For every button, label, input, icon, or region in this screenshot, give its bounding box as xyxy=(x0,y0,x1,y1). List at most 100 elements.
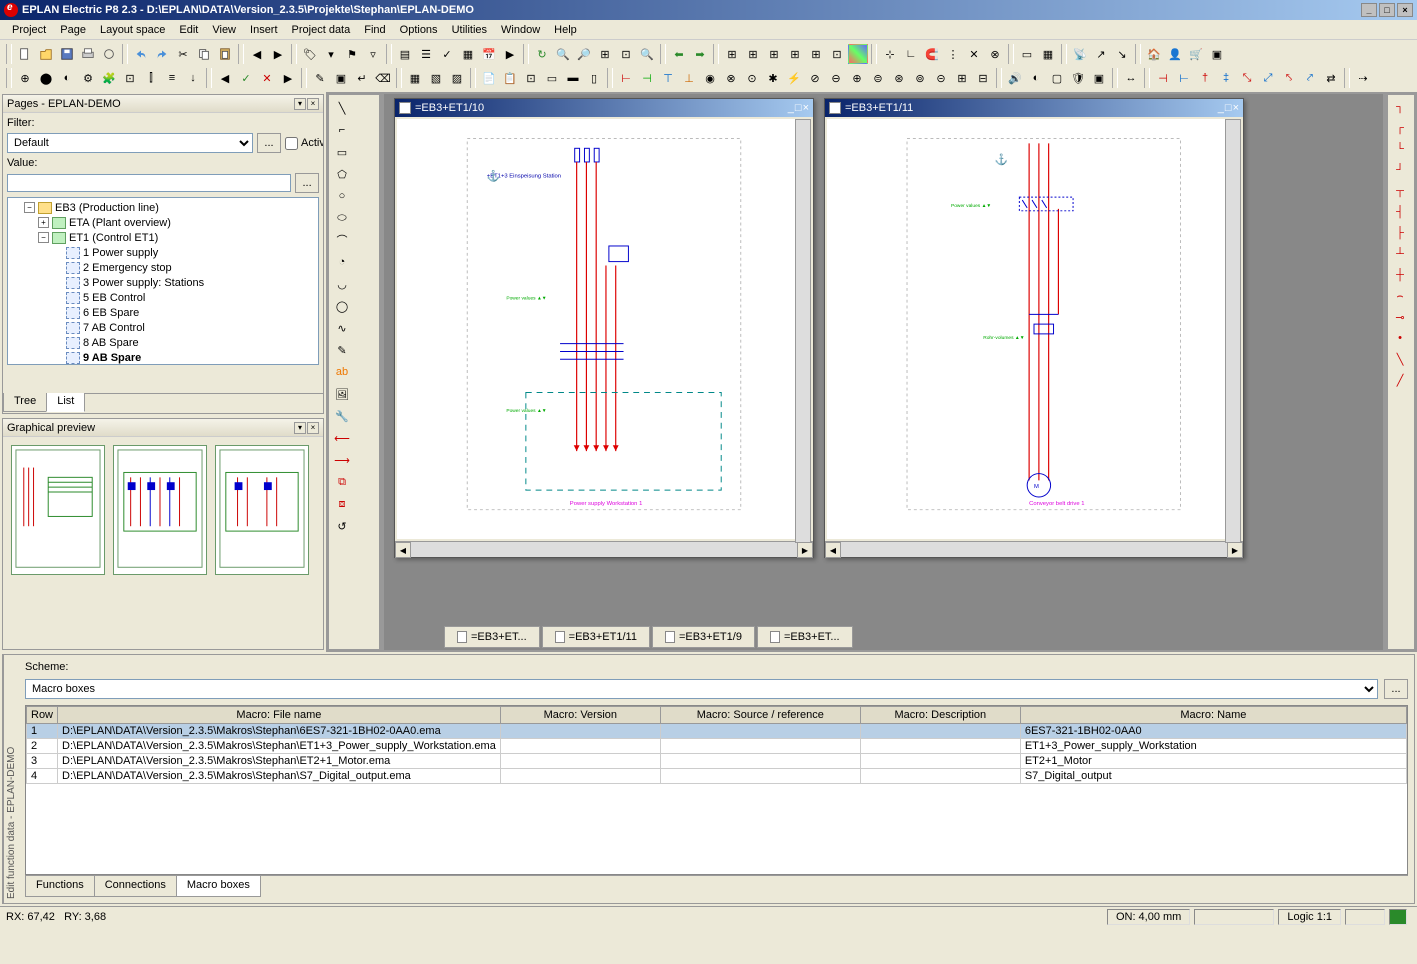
conn17-icon[interactable]: ⊞ xyxy=(952,68,972,88)
scroll-right-icon[interactable]: ▶ xyxy=(797,542,813,558)
tab-connections[interactable]: Connections xyxy=(94,876,177,897)
cell[interactable] xyxy=(860,769,1020,784)
grid-e-icon[interactable]: ⊞ xyxy=(806,44,826,64)
snap-x-icon[interactable]: ✕ xyxy=(964,44,984,64)
cell[interactable] xyxy=(660,724,860,739)
menu-options[interactable]: Options xyxy=(394,22,444,38)
rss-icon[interactable]: 📡 xyxy=(1070,44,1090,64)
pot1-icon[interactable]: ⊣ xyxy=(1153,68,1173,88)
active-checkbox[interactable] xyxy=(285,137,298,150)
magnet-icon[interactable]: 🧲 xyxy=(922,44,942,64)
run-icon[interactable]: ▶ xyxy=(500,44,520,64)
zoom-window-icon[interactable]: ⊡ xyxy=(616,44,636,64)
preview-thumb[interactable] xyxy=(215,445,309,575)
cell[interactable]: ET2+1_Motor xyxy=(1020,754,1406,769)
mdi-maximize-icon[interactable]: □ xyxy=(1225,102,1232,114)
table-row[interactable]: 3D:\EPLAN\DATA\Version_2.3.5\Makros\Step… xyxy=(27,754,1407,769)
symbol2-icon[interactable]: ⧈ xyxy=(331,493,353,515)
maximize-button[interactable]: □ xyxy=(1379,3,1395,17)
tree-node-page[interactable]: 3 Power supply: Stations xyxy=(10,275,316,290)
conn6-icon[interactable]: ⊗ xyxy=(721,68,741,88)
polygon-icon[interactable]: ⬠ xyxy=(331,163,353,185)
cell[interactable]: 4 xyxy=(27,769,58,784)
cell[interactable] xyxy=(500,739,660,754)
tee3-icon[interactable]: ├ xyxy=(1390,223,1410,243)
toolbar-grip[interactable] xyxy=(238,44,244,64)
tab-tree[interactable]: Tree xyxy=(3,393,47,412)
tee2-icon[interactable]: ┤ xyxy=(1390,202,1410,222)
grid-d-icon[interactable]: ⊞ xyxy=(785,44,805,64)
zoom-out-icon[interactable]: 🔎 xyxy=(574,44,594,64)
wire-icon[interactable]: ⇢ xyxy=(1353,68,1373,88)
puzzle-icon[interactable]: 🧩 xyxy=(99,68,119,88)
macro2-icon[interactable]: ▧ xyxy=(426,68,446,88)
col-version[interactable]: Macro: Version xyxy=(500,707,660,724)
tree-node-page[interactable]: 6 EB Spare xyxy=(10,305,316,320)
grid-a-icon[interactable]: ⊞ xyxy=(722,44,742,64)
menu-view[interactable]: View xyxy=(206,22,242,38)
pot6-icon[interactable]: ⤢ xyxy=(1258,68,1278,88)
node-icon[interactable]: • xyxy=(1390,328,1410,348)
conn15-icon[interactable]: ⊚ xyxy=(910,68,930,88)
toolbar-grip[interactable] xyxy=(1344,68,1350,88)
conn7-icon[interactable]: ⊙ xyxy=(742,68,762,88)
tree-toggle-icon[interactable]: − xyxy=(38,232,49,243)
grid-icon[interactable]: ▦ xyxy=(458,44,478,64)
tree-node-page[interactable]: 9 AB Spare xyxy=(10,350,316,365)
panel-close-icon[interactable]: × xyxy=(307,98,319,110)
zoom-in-icon[interactable]: 🔍 xyxy=(553,44,573,64)
toolbar-grip[interactable] xyxy=(996,68,1002,88)
ellipse-icon[interactable]: ⬭ xyxy=(331,207,353,229)
toolbar-grip[interactable] xyxy=(1144,68,1150,88)
active-checkbox-wrap[interactable]: Active xyxy=(285,137,319,150)
page1-icon[interactable]: 📄 xyxy=(479,68,499,88)
image-icon[interactable]: 🖼 xyxy=(331,383,353,405)
dim-icon[interactable]: ↔ xyxy=(1121,68,1141,88)
grid-b-icon[interactable]: ⊞ xyxy=(743,44,763,64)
tool7-icon[interactable]: ≡ xyxy=(162,68,182,88)
insert-icon[interactable]: ↵ xyxy=(352,68,372,88)
tool5-icon[interactable]: ⊡ xyxy=(120,68,140,88)
conn14-icon[interactable]: ⊛ xyxy=(889,68,909,88)
nav-next-icon[interactable]: ▶ xyxy=(268,44,288,64)
page-tree[interactable]: − EB3 (Production line) + ETA (Plant ove… xyxy=(7,197,319,365)
check-icon[interactable]: ✓ xyxy=(437,44,457,64)
mdi-maximize-icon[interactable]: □ xyxy=(795,102,802,114)
toolbar-grip[interactable] xyxy=(291,44,297,64)
calendar-icon[interactable]: 📅 xyxy=(479,44,499,64)
toolbar-grip[interactable] xyxy=(301,68,307,88)
accept-icon[interactable]: ✓ xyxy=(236,68,256,88)
schematic-canvas-1[interactable]: +ET1+3 Einspeisung Station ⚓ Power value… xyxy=(397,119,811,539)
preview-thumb[interactable] xyxy=(11,445,105,575)
tree-toggle-icon[interactable]: + xyxy=(38,217,49,228)
scroll-track[interactable] xyxy=(411,542,797,557)
conn16-icon[interactable]: ⊝ xyxy=(931,68,951,88)
filter-more-button[interactable]: ... xyxy=(257,133,281,153)
cell[interactable] xyxy=(500,754,660,769)
preview-thumb[interactable] xyxy=(113,445,207,575)
diag2-icon[interactable]: ╱ xyxy=(1390,370,1410,390)
panel-pin-icon[interactable]: ▾ xyxy=(294,98,306,110)
angle1-icon[interactable]: ┐ xyxy=(1390,97,1410,117)
cell[interactable]: D:\EPLAN\DATA\Version_2.3.5\Makros\Steph… xyxy=(58,769,501,784)
dim-h-icon[interactable]: ⟵ xyxy=(331,427,353,449)
conn1-icon[interactable]: ⊢ xyxy=(616,68,636,88)
diag1-icon[interactable]: ╲ xyxy=(1390,349,1410,369)
scheme-more-button[interactable]: ... xyxy=(1384,679,1408,699)
jump-icon[interactable]: ⌢ xyxy=(1390,286,1410,306)
align-left-icon[interactable]: ▤ xyxy=(395,44,415,64)
arc2-icon[interactable]: ◡ xyxy=(331,273,353,295)
page3-icon[interactable]: ⊡ xyxy=(521,68,541,88)
mdi-window-1[interactable]: =EB3+ET1/10 _ □ × +ET1+3 Einspeisung Sta… xyxy=(394,98,814,558)
menu-insert[interactable]: Insert xyxy=(244,22,284,38)
cell[interactable]: D:\EPLAN\DATA\Version_2.3.5\Makros\Steph… xyxy=(58,739,501,754)
mdi-close-icon[interactable]: × xyxy=(1233,102,1239,114)
user-icon[interactable]: 👤 xyxy=(1165,44,1185,64)
menu-layout-space[interactable]: Layout space xyxy=(94,22,171,38)
conn-a-icon[interactable]: ◐ xyxy=(1026,68,1046,88)
menu-project-data[interactable]: Project data xyxy=(286,22,357,38)
toolbar-grip[interactable] xyxy=(1008,44,1014,64)
cut-icon[interactable]: ✂ xyxy=(173,44,193,64)
angle3-icon[interactable]: └ xyxy=(1390,139,1410,159)
cell[interactable]: 2 xyxy=(27,739,58,754)
